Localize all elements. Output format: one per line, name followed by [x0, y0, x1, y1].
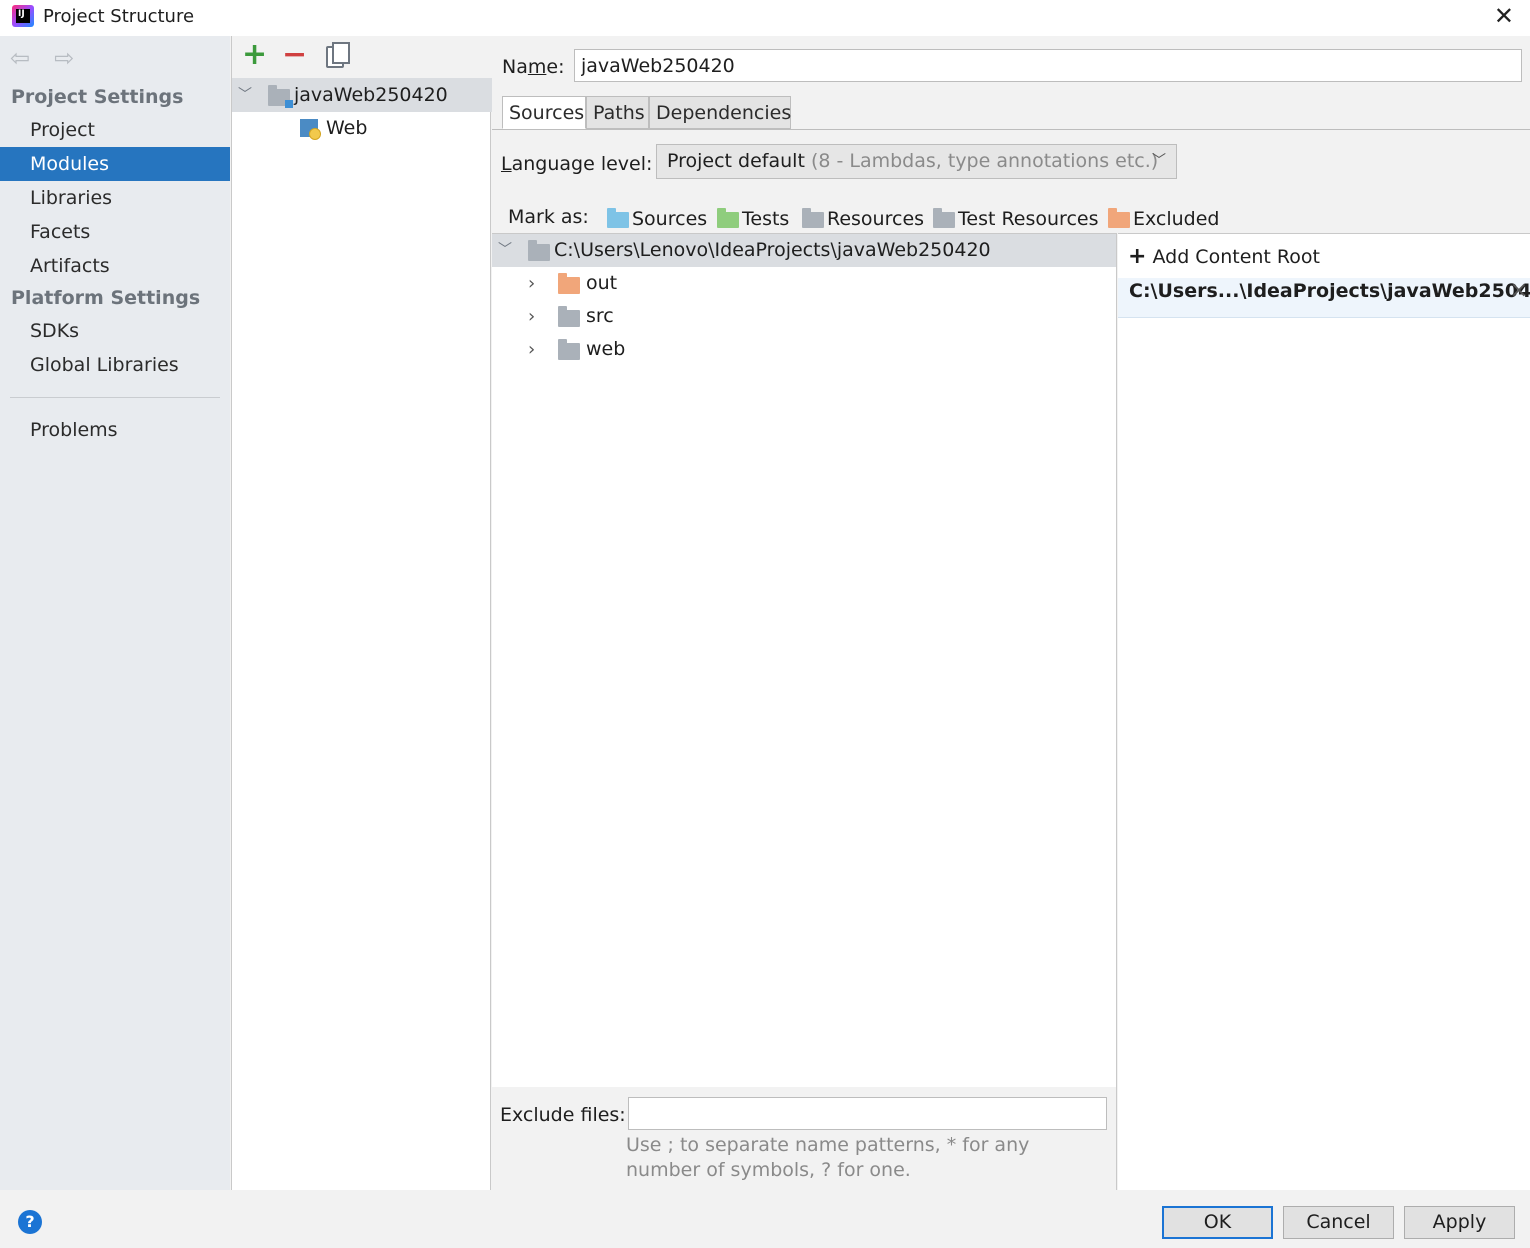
module-label: javaWeb250420: [294, 84, 448, 106]
remove-icon[interactable]: −: [282, 40, 307, 70]
mark-excluded-label: Excluded: [1133, 208, 1220, 230]
tab-dependencies[interactable]: Dependencies: [649, 96, 791, 129]
modules-panel: + − ﹀ javaWeb250420 Web: [231, 36, 492, 1190]
sidebar-item-libraries[interactable]: Libraries: [0, 181, 230, 215]
mark-sources-label: Sources: [632, 208, 708, 230]
web-facet-icon: [300, 119, 321, 140]
content-roots-panel: + Add Content Root C:\Users...\IdeaProje…: [1118, 233, 1530, 1190]
language-level-hint: (8 - Lambdas, type annotations etc.): [810, 150, 1159, 172]
folder-label: out: [586, 272, 618, 294]
modules-toolbar: + −: [232, 36, 492, 78]
mark-test-resources-label: Test Resources: [958, 208, 1099, 230]
help-icon[interactable]: ?: [18, 1210, 42, 1234]
name-input[interactable]: [574, 49, 1522, 82]
sidebar-divider: [10, 397, 220, 398]
chevron-right-icon[interactable]: ›: [528, 333, 535, 366]
intellij-logo-icon: IJ: [12, 5, 34, 27]
folder-label: web: [586, 338, 626, 360]
settings-sidebar: ⇦ ⇨ Project Settings Project Modules Lib…: [0, 36, 230, 1190]
sidebar-item-artifacts[interactable]: Artifacts: [0, 249, 230, 283]
mark-as-label: Mark as:: [508, 206, 589, 228]
mark-resources-label: Resources: [827, 208, 925, 230]
excluded-folder-icon: [1108, 208, 1130, 228]
sidebar-item-modules[interactable]: Modules: [0, 147, 230, 181]
tests-folder-icon: [717, 208, 739, 228]
module-tree-item-javaweb[interactable]: ﹀ javaWeb250420: [232, 78, 492, 112]
copy-icon[interactable]: [326, 42, 350, 68]
module-detail: Name: Sources Paths Dependencies Languag…: [492, 36, 1530, 1190]
chevron-down-icon[interactable]: ﹀: [498, 234, 512, 267]
add-content-root-button[interactable]: + Add Content Root: [1128, 244, 1320, 269]
folder-icon: [558, 306, 580, 327]
exclude-files-input[interactable]: [628, 1097, 1107, 1130]
project-settings-heading: Project Settings: [11, 86, 184, 108]
language-level-select[interactable]: Project default (8 - Lambdas, type annot…: [656, 144, 1177, 179]
content-root-path: C:\Users\Lenovo\IdeaProjects\javaWeb2504…: [554, 239, 991, 261]
tree-row-web[interactable]: › web: [492, 333, 1116, 366]
platform-settings-heading: Platform Settings: [11, 287, 201, 309]
navigation-arrows: ⇦ ⇨: [10, 46, 92, 71]
window-title: Project Structure: [43, 6, 195, 27]
sidebar-item-sdks[interactable]: SDKs: [0, 314, 230, 348]
sidebar-item-problems[interactable]: Problems: [0, 413, 230, 447]
tree-row-src[interactable]: › src: [492, 300, 1116, 333]
sources-folder-icon: [607, 208, 629, 228]
content-root-tree: ﹀ C:\Users\Lenovo\IdeaProjects\javaWeb25…: [492, 233, 1117, 1087]
tree-row-content-root[interactable]: ﹀ C:\Users\Lenovo\IdeaProjects\javaWeb25…: [492, 234, 1116, 267]
tab-paths[interactable]: Paths: [586, 96, 649, 129]
back-arrow-icon[interactable]: ⇦: [10, 46, 30, 70]
tree-row-out[interactable]: › out: [492, 267, 1116, 300]
test-resources-folder-icon: [933, 208, 955, 228]
add-icon[interactable]: +: [242, 40, 267, 70]
chevron-right-icon[interactable]: ›: [528, 267, 535, 300]
forward-arrow-icon[interactable]: ⇨: [54, 46, 74, 70]
name-label: Name:: [502, 56, 565, 78]
module-folder-icon: [268, 85, 293, 108]
chevron-right-icon[interactable]: ›: [528, 300, 535, 333]
mark-tests-label: Tests: [742, 208, 790, 230]
dialog-button-bar: ? OK Cancel Apply: [0, 1190, 1530, 1248]
close-icon[interactable]: ✕: [1494, 4, 1514, 28]
folder-label: src: [586, 305, 614, 327]
tab-divider: [492, 129, 1530, 130]
folder-icon: [528, 240, 550, 261]
sidebar-item-project[interactable]: Project: [0, 113, 230, 147]
sidebar-item-facets[interactable]: Facets: [0, 215, 230, 249]
plus-icon: +: [1128, 244, 1147, 269]
excluded-folder-icon: [558, 273, 580, 294]
remove-root-icon[interactable]: ×: [1510, 278, 1528, 303]
tab-sources[interactable]: Sources: [502, 96, 586, 129]
cancel-button[interactable]: Cancel: [1283, 1206, 1394, 1239]
chevron-down-icon: ﹀: [1152, 153, 1166, 169]
facet-label: Web: [326, 117, 368, 139]
ok-button[interactable]: OK: [1162, 1206, 1273, 1239]
title-bar: IJ Project Structure ✕: [0, 0, 1530, 36]
apply-button[interactable]: Apply: [1404, 1206, 1515, 1239]
language-level-value: Project default: [667, 150, 805, 172]
folder-icon: [558, 339, 580, 360]
add-content-root-label: Add Content Root: [1152, 246, 1320, 268]
content-root-short-path: C:\Users...\IdeaProjects\javaWeb250420: [1129, 280, 1530, 302]
exclude-files-area: Exclude files: Use ; to separate name pa…: [492, 1087, 1117, 1190]
exclude-files-hint: Use ; to separate name patterns, * for a…: [626, 1134, 1030, 1181]
exclude-files-label: Exclude files:: [500, 1104, 626, 1126]
sidebar-item-global-libraries[interactable]: Global Libraries: [0, 348, 230, 382]
module-tree-item-web[interactable]: Web: [232, 111, 492, 145]
language-level-label: Language level:: [501, 153, 653, 175]
content-root-entry[interactable]: C:\Users...\IdeaProjects\javaWeb250420 ×: [1118, 278, 1530, 318]
resources-folder-icon: [802, 208, 824, 228]
chevron-down-icon[interactable]: ﹀: [238, 78, 252, 112]
